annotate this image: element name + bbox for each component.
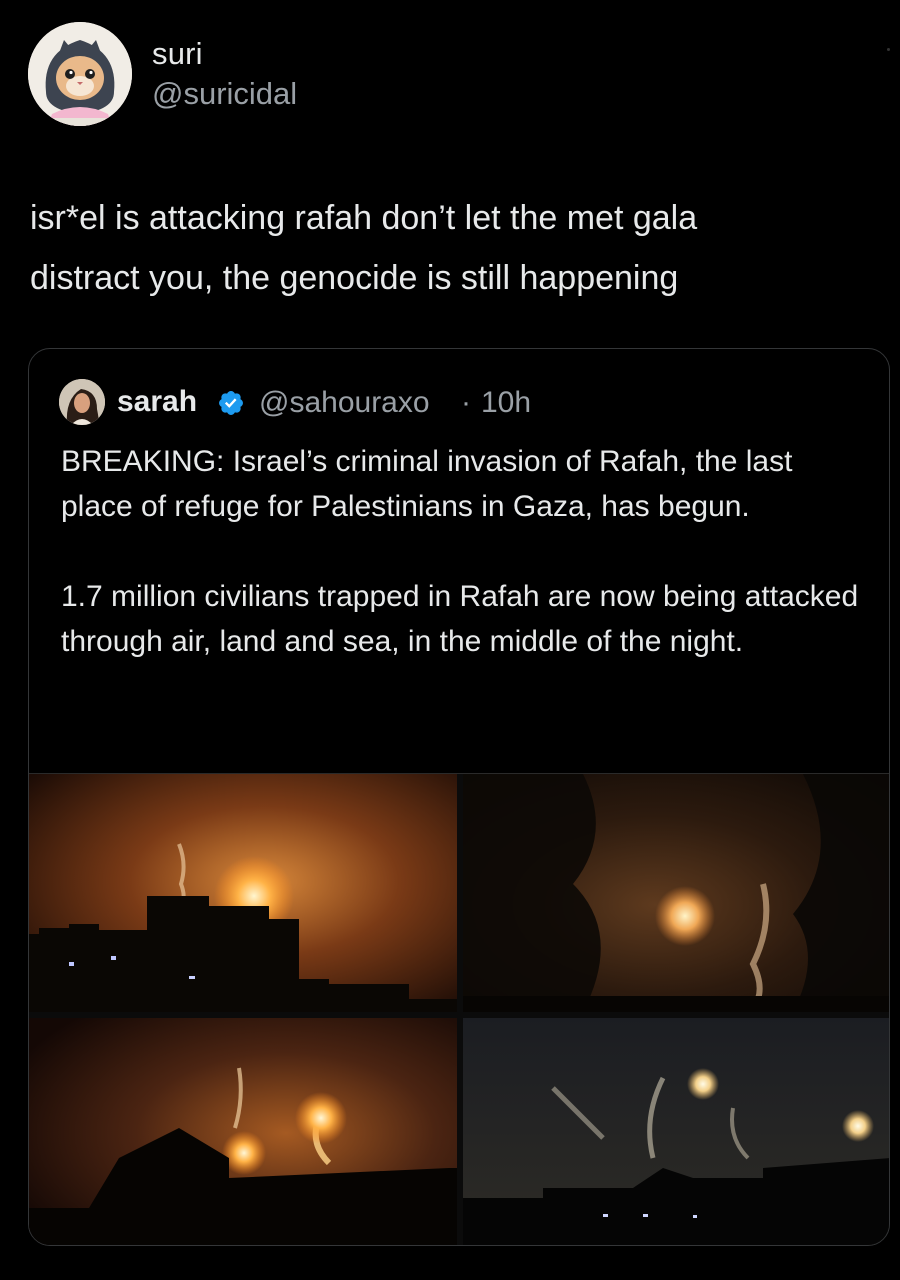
verified-badge-icon [219, 391, 243, 415]
media-grid [29, 773, 889, 1245]
tweet-text: isr*el is attacking rafah don’t let the … [30, 199, 698, 297]
quoted-paragraph: BREAKING: Israel’s criminal invasion of … [61, 445, 793, 523]
quoted-timestamp[interactable]: 10h [481, 386, 531, 420]
media-image-4[interactable] [463, 1018, 889, 1245]
quoted-author-handle[interactable]: @sahouraxo [259, 386, 430, 420]
quoted-author-avatar[interactable] [59, 379, 105, 425]
media-image-2[interactable] [463, 774, 889, 1012]
author-display-name[interactable]: suri [152, 36, 203, 72]
kitten-avatar-image [28, 22, 132, 126]
quoted-author-display-name[interactable]: sarah [117, 385, 197, 419]
author-avatar[interactable] [28, 22, 132, 126]
tweet: suri @suricidal isr*el is attacking rafa… [0, 0, 900, 1280]
more-options-icon[interactable] [887, 48, 890, 51]
quoted-paragraph: 1.7 million civilians trapped in Rafah a… [61, 580, 859, 658]
portrait-avatar-image [59, 379, 105, 425]
quoted-tweet-text: BREAKING: Israel’s criminal invasion of … [61, 439, 871, 664]
media-image-3[interactable] [29, 1018, 457, 1245]
meta-separator: · [461, 386, 471, 419]
media-image-1[interactable] [29, 774, 457, 1012]
author-handle[interactable]: @suricidal [152, 76, 297, 112]
quoted-tweet-card[interactable]: sarah @sahouraxo · 10h BREAKING: Israel’… [28, 348, 890, 1246]
